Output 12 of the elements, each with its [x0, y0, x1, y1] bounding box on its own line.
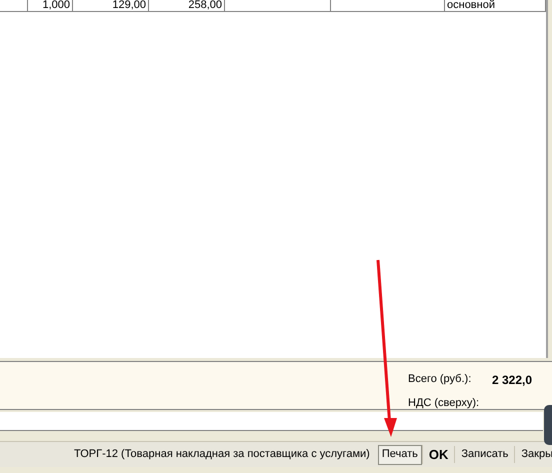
toolbar-button[interactable]: Записать [454, 446, 514, 463]
table-cell: 129,00 [73, 0, 149, 11]
toolbar-button[interactable]: Печать [378, 444, 422, 464]
vat-label: НДС (сверху): [408, 396, 480, 411]
total-label: Всего (руб.): [408, 372, 472, 387]
table-cell: 1,000 [28, 0, 73, 11]
table-cell: основной [445, 0, 546, 11]
toolbar-button[interactable]: OK [422, 444, 454, 464]
toolbar-button[interactable]: Закры [514, 446, 552, 463]
table-cell: 258,00 [149, 0, 225, 11]
total-value: 2 322,0 [492, 372, 532, 389]
print-form-label[interactable]: ТОРГ-12 (Товарная накладная за поставщика с услугами) [74, 446, 370, 463]
